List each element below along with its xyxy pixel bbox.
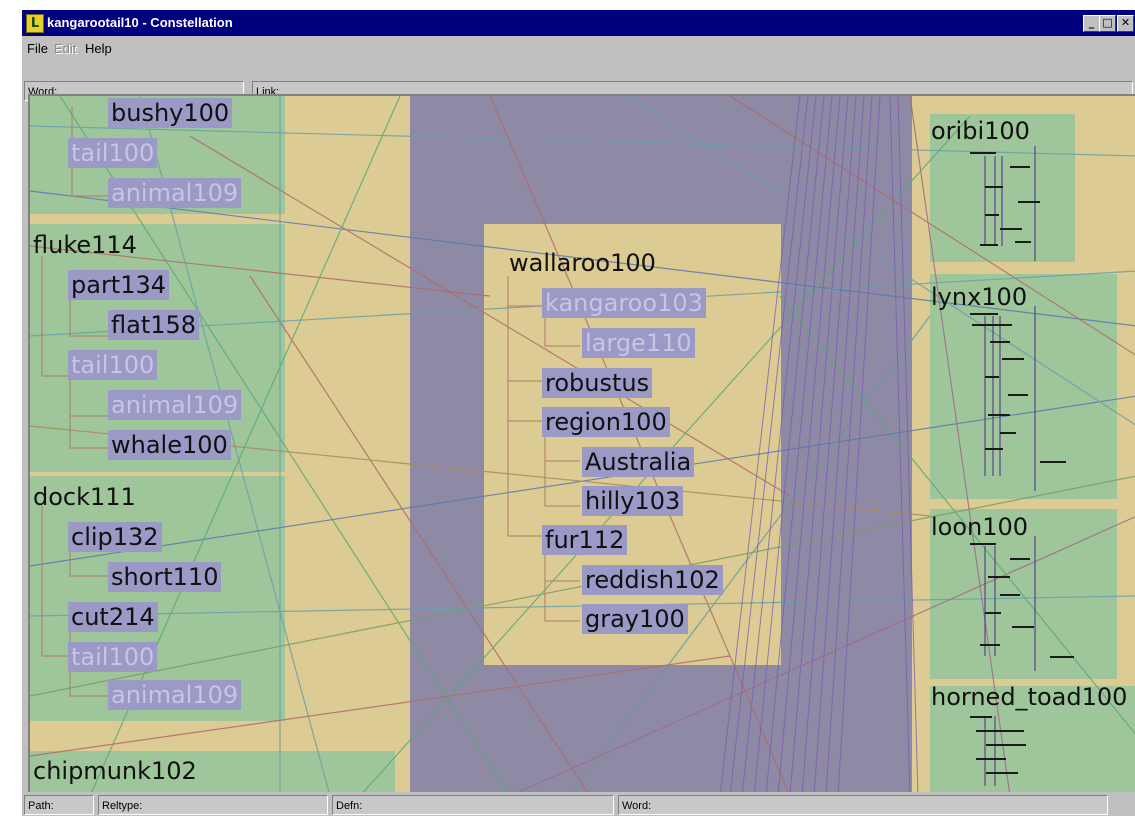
node-tail100[interactable]: tail100 [68,138,158,168]
constellation-canvas[interactable]: bushy100 tail100 animal109 fluke114 part… [28,94,1135,794]
minimize-button[interactable]: _ [1083,15,1100,32]
node-tail100[interactable]: tail100 [68,350,158,380]
node-animal109[interactable]: animal109 [108,178,242,208]
close-button[interactable]: ✕ [1117,15,1134,32]
node-clip132[interactable]: clip132 [68,522,162,552]
node-bushy100[interactable]: bushy100 [108,98,233,128]
status-reltype: Reltype: [98,795,328,815]
node-kangaroo103[interactable]: kangaroo103 [542,288,706,318]
node-hilly103[interactable]: hilly103 [582,486,684,516]
node-fur112[interactable]: fur112 [542,525,628,555]
node-part134[interactable]: part134 [68,270,170,300]
node-australia[interactable]: Australia [582,447,695,477]
app-window: L kangarootail10 - Constellation _ □ ✕ F… [22,10,1135,816]
menu-help[interactable]: Help [85,41,112,56]
menu-edit[interactable]: Edit [54,41,76,56]
node-fluke114[interactable]: fluke114 [30,230,140,260]
node-reddish102[interactable]: reddish102 [582,565,723,595]
node-tail100[interactable]: tail100 [68,642,158,672]
node-animal109[interactable]: animal109 [108,680,242,710]
node-dock111[interactable]: dock111 [30,482,139,512]
node-large110[interactable]: large110 [582,328,695,358]
node-flat158[interactable]: flat158 [108,310,200,340]
app-icon[interactable]: L [26,14,44,33]
status-path: Path: [24,795,94,815]
menu-bar: File Edit Help [22,36,1135,60]
node-short110[interactable]: short110 [108,562,222,592]
node-region100[interactable]: region100 [542,407,670,437]
status-defn: Defn: [332,795,614,815]
node-chipmunk102[interactable]: chipmunk102 [30,756,200,786]
mini-subtrees [970,146,1074,786]
node-gray100[interactable]: gray100 [582,604,688,634]
status-bar: Path: Reltype: Defn: Word: [22,792,1135,816]
node-whale100[interactable]: whale100 [108,430,231,460]
title-bar: L kangarootail10 - Constellation _ □ ✕ [22,10,1135,36]
field-bar: Word: Link: [22,60,1135,101]
node-animal109[interactable]: animal109 [108,390,242,420]
node-wallaroo100[interactable]: wallaroo100 [506,248,659,278]
node-robustus[interactable]: robustus [542,368,653,398]
node-cut214[interactable]: cut214 [68,602,158,632]
status-word: Word: [618,795,1108,815]
menu-file[interactable]: File [27,41,48,56]
maximize-button[interactable]: □ [1099,15,1116,32]
window-title: kangarootail10 - Constellation [47,15,233,30]
